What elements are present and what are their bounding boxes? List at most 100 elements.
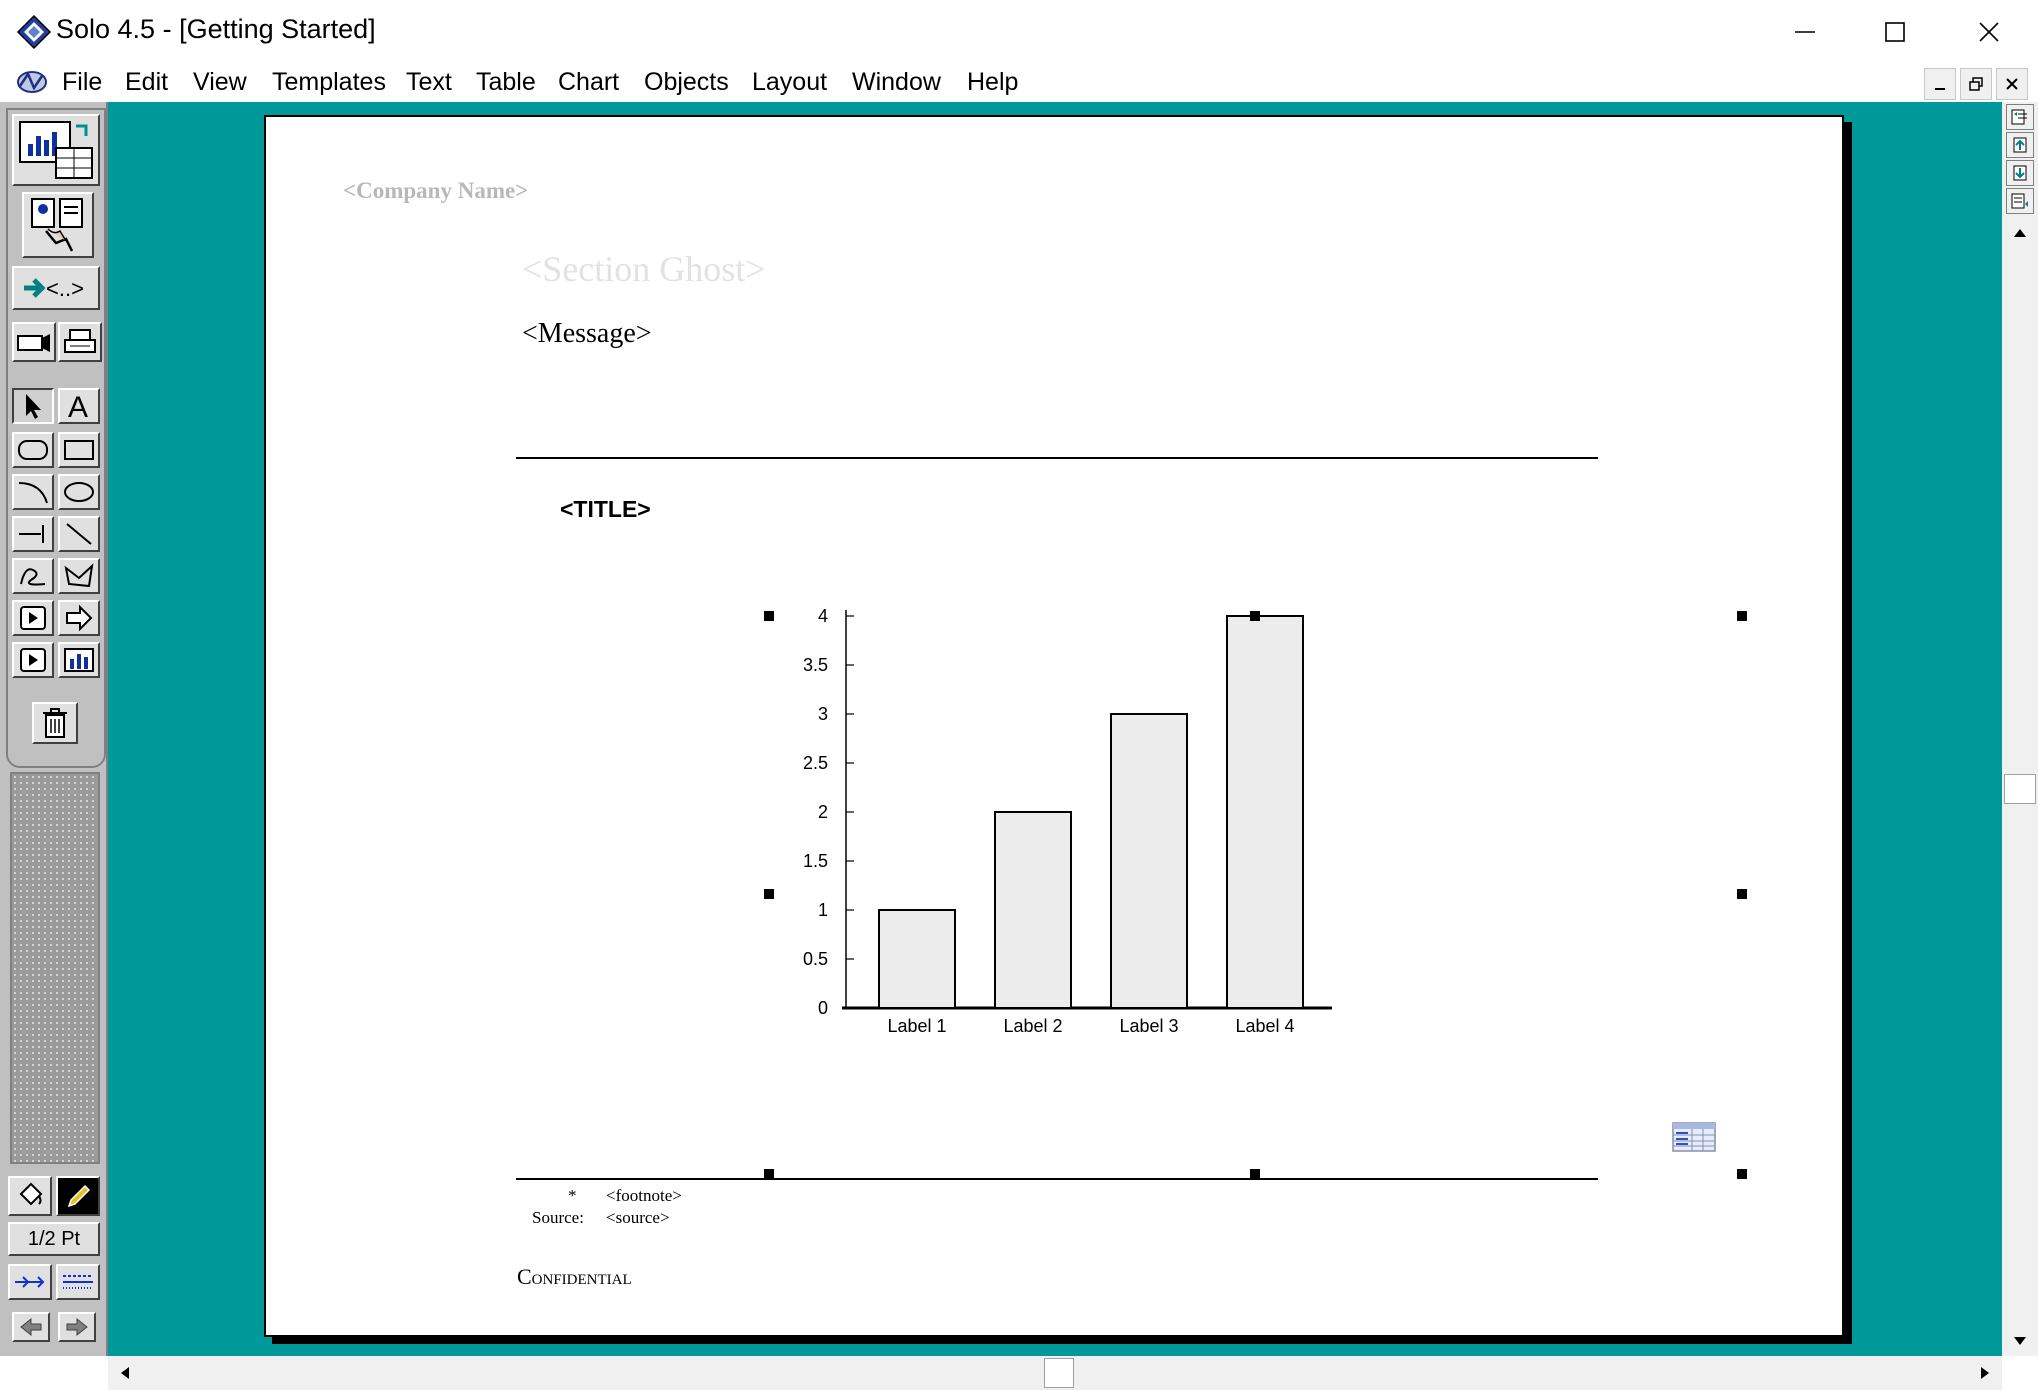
page-down-button[interactable] (2006, 188, 2034, 214)
footer-rule (516, 1178, 1598, 1180)
menu-text[interactable]: Text (406, 66, 452, 98)
printer-icon (64, 329, 96, 353)
doc-close-button[interactable] (1996, 68, 2028, 100)
line-weight-button[interactable]: 1/2 Pt (8, 1222, 100, 1256)
chart-bar[interactable] (994, 811, 1072, 1009)
next-page-button[interactable] (58, 1312, 96, 1342)
minimize-icon (1795, 31, 1815, 33)
next-section-button[interactable] (2006, 160, 2034, 186)
bar-chart[interactable]: 0 0.5 1 1.5 2 2.5 3 3.5 4 Label 1 Label 2 Label 3 L… (760, 600, 1360, 1050)
document-control-icon[interactable] (14, 66, 50, 98)
menu-file[interactable]: File (62, 66, 102, 98)
menu-window[interactable]: Window (852, 66, 941, 98)
polygon-tool[interactable] (58, 558, 100, 594)
line-color-button[interactable] (56, 1176, 100, 1216)
source-placeholder[interactable]: <source> (606, 1208, 670, 1228)
selection-handle[interactable] (764, 611, 774, 621)
arrow-shape-tool[interactable] (58, 600, 100, 636)
ellipse-icon (64, 482, 94, 502)
trash-button[interactable] (32, 702, 78, 744)
menu-help[interactable]: Help (967, 66, 1018, 98)
diagonal-line-tool[interactable] (58, 516, 100, 552)
fill-pattern-palette[interactable] (10, 772, 100, 1164)
page-next-icon (2013, 165, 2027, 181)
line-style-button[interactable] (56, 1264, 100, 1300)
chart-bar[interactable] (1226, 615, 1304, 1009)
left-arrow-icon (20, 1317, 42, 1337)
source-label: Source: (532, 1208, 584, 1227)
projector-icon (17, 334, 50, 352)
footnote-placeholder[interactable]: <footnote> (606, 1186, 682, 1206)
previous-section-button[interactable] (2006, 132, 2034, 158)
chart-bar[interactable] (1110, 713, 1188, 1009)
menu-table[interactable]: Table (476, 66, 536, 98)
close-button[interactable] (1944, 0, 2034, 64)
diagonal-line-icon (66, 523, 92, 545)
maximize-button[interactable] (1850, 0, 1940, 64)
scroll-left-button[interactable] (110, 1358, 140, 1388)
arrowhead-style-button[interactable] (8, 1264, 52, 1300)
scroll-down-button[interactable] (2004, 1326, 2036, 1356)
freehand-icon (20, 568, 46, 586)
doc-minimize-button[interactable] (1924, 68, 1956, 100)
paint-bucket-icon (19, 1182, 43, 1206)
rectangle-tool[interactable] (58, 432, 100, 468)
page-up-button[interactable] (2006, 104, 2034, 130)
chart-gallery-button[interactable] (12, 114, 100, 186)
freehand-tool[interactable] (12, 558, 54, 594)
chart-insert-tool[interactable] (58, 642, 100, 678)
chart-bar[interactable] (878, 909, 956, 1009)
section-ghost-placeholder[interactable]: <Section Ghost> (522, 248, 766, 290)
bar-chart-icon (64, 648, 94, 672)
horizontal-scroll-thumb[interactable] (1044, 1358, 1074, 1388)
menu-edit[interactable]: Edit (125, 66, 168, 98)
play-macro-button[interactable] (12, 600, 54, 636)
page-up-icon (2011, 109, 2027, 125)
message-placeholder[interactable]: <Message> (522, 318, 652, 350)
play-chart-button[interactable] (12, 642, 54, 678)
menu-chart[interactable]: Chart (558, 66, 619, 98)
menu-view[interactable]: View (193, 66, 247, 98)
maximize-icon (1885, 22, 1905, 42)
horizontal-line-tool[interactable] (12, 516, 54, 552)
ellipse-tool[interactable] (58, 474, 100, 510)
minimize-button[interactable] (1760, 0, 1850, 64)
restore-icon (1969, 77, 1983, 91)
print-button[interactable] (58, 322, 102, 362)
menu-objects[interactable]: Objects (644, 66, 729, 98)
arc-tool[interactable] (12, 474, 54, 510)
scroll-right-button[interactable] (1970, 1358, 2000, 1388)
doc-restore-button[interactable] (1960, 68, 1992, 100)
selection-handle[interactable] (1737, 889, 1747, 899)
scroll-up-icon (2014, 229, 2026, 237)
confidential-label: Confidential (517, 1264, 632, 1289)
scroll-up-button[interactable] (2004, 218, 2036, 248)
vertical-scroll-thumb[interactable] (2004, 774, 2036, 804)
previous-page-button[interactable] (12, 1312, 50, 1342)
company-name-placeholder[interactable]: <Company Name> (343, 178, 528, 204)
selection-handle[interactable] (1737, 1169, 1747, 1179)
data-sheet-icon[interactable] (1672, 1122, 1716, 1152)
menu-layout[interactable]: Layout (752, 66, 827, 98)
presentation-button[interactable] (22, 192, 94, 258)
chart-title[interactable]: <TITLE> (560, 496, 651, 523)
tag-navigator-button[interactable]: <..> (12, 266, 100, 310)
pointer-tool[interactable] (12, 388, 54, 424)
selection-handle[interactable] (1737, 611, 1747, 621)
svg-text:<..>: <..> (46, 276, 84, 301)
rounded-rectangle-icon (18, 440, 48, 460)
fill-color-button[interactable] (8, 1176, 52, 1216)
selection-handle[interactable] (1250, 611, 1260, 621)
rounded-rectangle-tool[interactable] (12, 432, 54, 468)
vertical-scrollbar[interactable] (2002, 102, 2038, 1356)
chart-gallery-icon (19, 121, 93, 179)
presentation-icon (31, 198, 83, 252)
y-tick-label: 2.5 (803, 753, 828, 773)
header-rule (516, 457, 1598, 459)
solo-app-icon[interactable] (16, 14, 52, 50)
selection-handle[interactable] (764, 889, 774, 899)
arrowhead-icon (15, 1276, 45, 1288)
text-tool[interactable]: A (58, 388, 100, 424)
slide-show-button[interactable] (12, 322, 56, 362)
menu-templates[interactable]: Templates (272, 66, 386, 98)
